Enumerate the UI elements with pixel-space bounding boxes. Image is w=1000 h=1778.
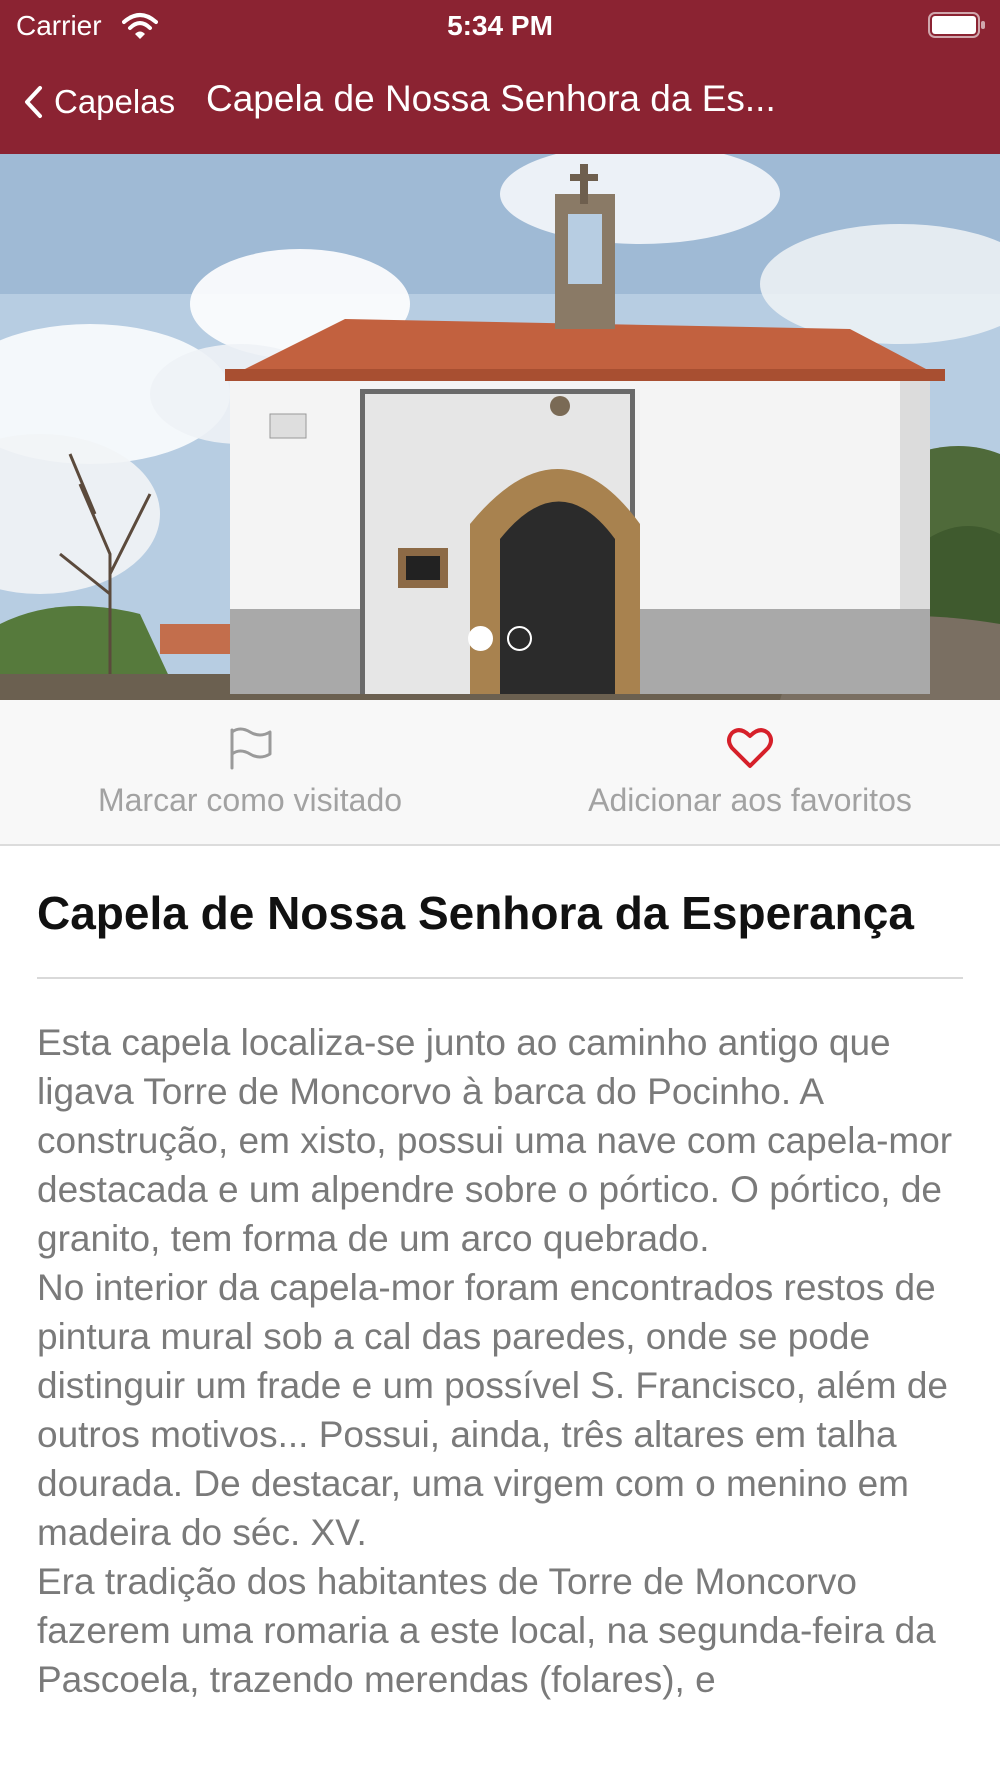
back-button-label: Capelas (54, 83, 176, 120)
chevron-left-icon (25, 86, 42, 118)
back-button[interactable]: Capelas (22, 80, 175, 124)
battery-icon (928, 12, 985, 38)
navigation-bar: Capelas Capela de Nossa Senhora da Es... (0, 50, 1000, 154)
add-favorite-button[interactable]: Adicionar aos favoritos (500, 700, 1000, 846)
chapel-title: Capela de Nossa Senhora da Esperança (37, 887, 914, 939)
photo-gallery[interactable] (0, 154, 1000, 700)
flag-icon (230, 727, 272, 770)
app-header: Carrier 5:34 PM Capelas Capela de Nossa … (0, 0, 1000, 154)
action-bar: Marcar como visitado Adicionar aos favor… (0, 700, 1000, 846)
page-dot-1[interactable] (468, 626, 493, 651)
mark-visited-label: Marcar como visitado (97, 782, 403, 818)
mark-visited-button[interactable]: Marcar como visitado (0, 700, 500, 846)
page-indicator[interactable] (0, 626, 1000, 652)
page-title: Capela de Nossa Senhora da Es... (206, 78, 776, 119)
chapel-photo (0, 154, 1000, 700)
chapel-description: Esta capela localiza-se junto ao caminho… (37, 1022, 953, 1700)
divider (37, 977, 963, 979)
add-favorite-label: Adicionar aos favoritos (588, 782, 912, 818)
clock: 5:34 PM (447, 10, 553, 41)
page-dot-2[interactable] (507, 626, 532, 651)
status-bar: Carrier 5:34 PM (0, 0, 1000, 50)
heart-icon (727, 728, 773, 768)
